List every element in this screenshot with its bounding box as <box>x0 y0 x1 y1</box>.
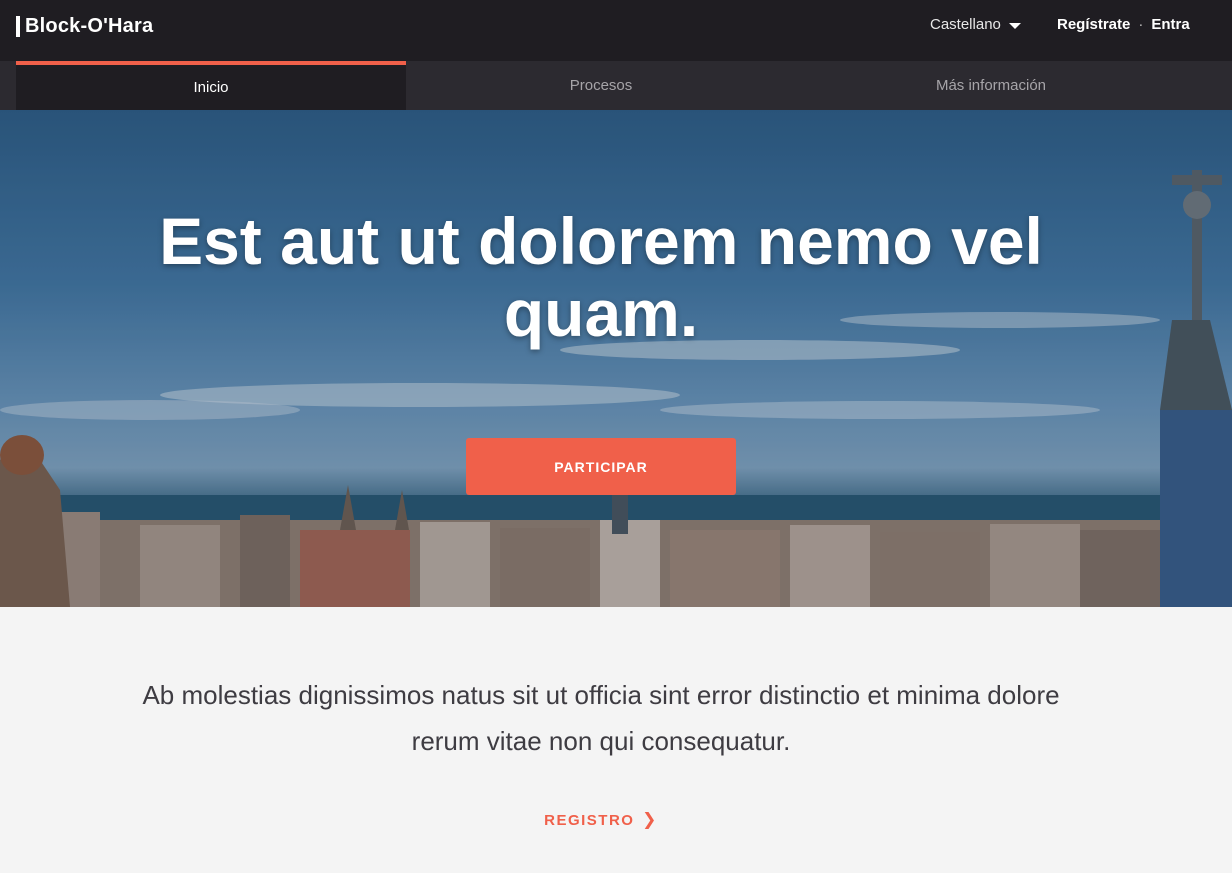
hero-title: Est aut ut dolorem nemo vel quam. <box>159 204 1043 350</box>
tab-mas-informacion[interactable]: Más información <box>796 61 1186 110</box>
language-selector[interactable]: Castellano <box>930 16 1021 33</box>
tab-inicio[interactable]: Inicio <box>16 61 406 110</box>
brand-logo[interactable]: Block-O'Hara <box>16 14 153 38</box>
chevron-right-icon[interactable]: ❯ <box>642 810 658 830</box>
auth-separator: · <box>1138 16 1144 33</box>
main-tabs: Inicio Procesos Más información <box>0 61 1232 110</box>
login-link[interactable]: Entra <box>1151 16 1189 33</box>
register-link[interactable]: Regístrate <box>1057 16 1130 33</box>
caret-down-icon[interactable] <box>1008 22 1021 29</box>
top-bar: Block-O'Hara Castellano Regístrate · Ent… <box>0 0 1232 61</box>
auth-links: Regístrate · Entra <box>1057 16 1190 33</box>
participate-button[interactable]: PARTICIPAR <box>466 438 736 495</box>
language-label[interactable]: Castellano <box>930 16 1001 33</box>
brand-bar-mark <box>16 15 20 37</box>
intro-text: Ab molestias dignissimos natus sit ut of… <box>142 680 1060 756</box>
tab-procesos[interactable]: Procesos <box>406 61 796 110</box>
registration-link-label[interactable]: REGISTRO <box>544 812 634 829</box>
hero-cityscape-image <box>0 110 1232 607</box>
brand-name[interactable]: Block-O'Hara <box>25 15 153 38</box>
registration-link[interactable]: REGISTRO ❯ <box>0 810 1202 830</box>
hero-banner: Est aut ut dolorem nemo vel quam. PARTIC… <box>0 110 1232 607</box>
